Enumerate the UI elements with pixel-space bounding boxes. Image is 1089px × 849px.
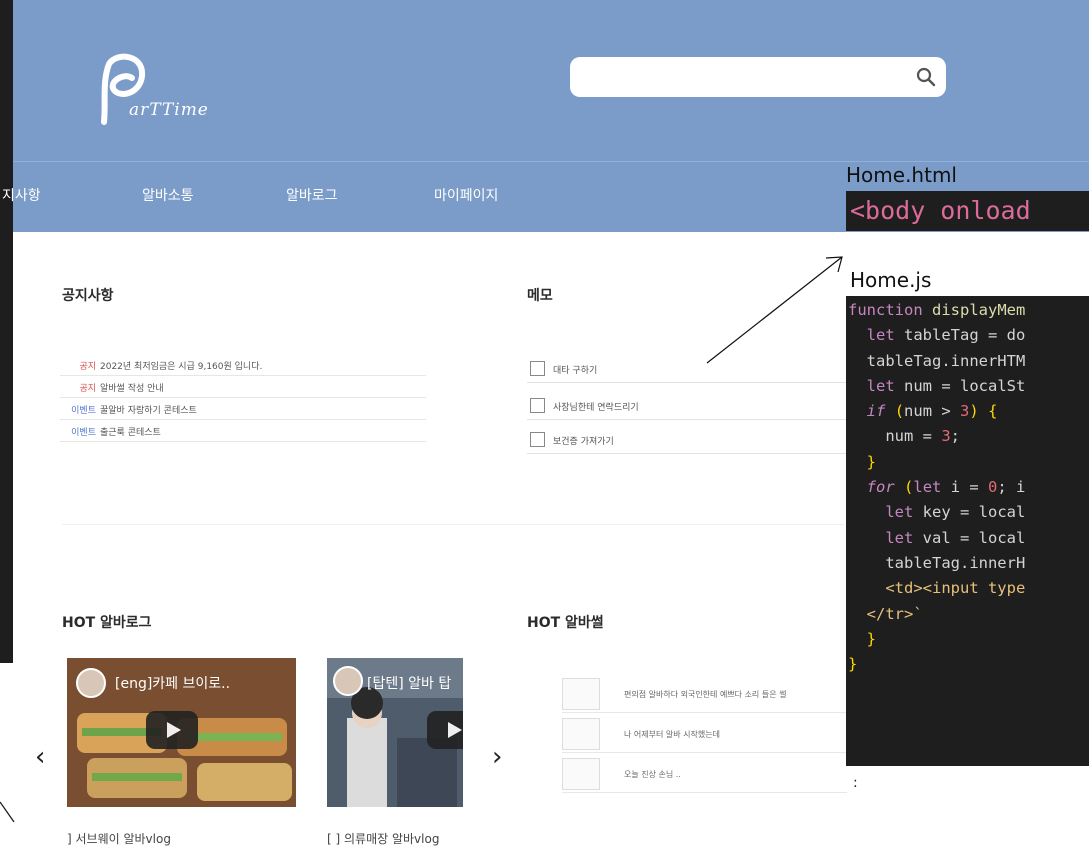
trailing-colon: : xyxy=(853,775,858,791)
js-code-snippet: function displayMem let tableTag = do ta… xyxy=(846,296,1089,766)
html-code-text: <body onload xyxy=(850,196,1031,225)
html-file-label: Home.html xyxy=(846,163,957,187)
html-code-snippet: <body onload xyxy=(846,191,1089,231)
js-file-label: Home.js xyxy=(850,268,932,292)
